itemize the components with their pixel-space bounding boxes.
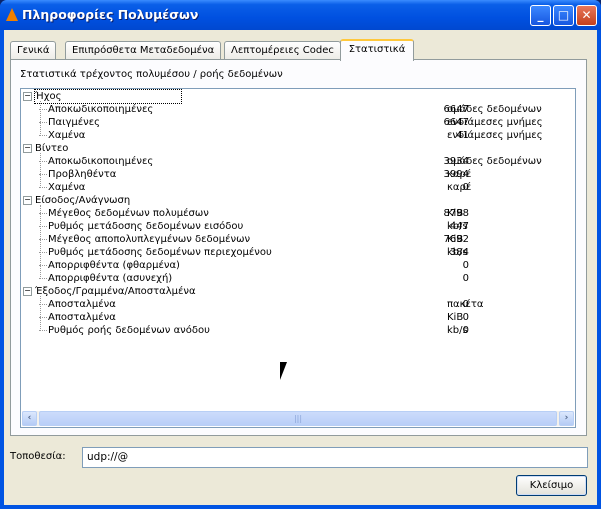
tree-group[interactable]: − Βίντεο xyxy=(21,142,575,155)
tree-item[interactable]: Αποσταλμένα 0 πακέτα xyxy=(21,298,575,311)
stat-value: 0 xyxy=(462,312,469,323)
stat-unit: KiB xyxy=(447,234,464,245)
tree-item[interactable]: Μέγεθος αποπολυπλεγμένων δεδομένων 7692 Ki… xyxy=(21,233,575,246)
tree-connector xyxy=(40,296,41,331)
group-label: Έξοδος/Γραμμένα/Αποσταλμένα xyxy=(35,286,196,297)
group-label: Είσοδος/Ανάγνωση xyxy=(35,195,131,206)
tab-statistics[interactable]: Στατιστικά xyxy=(340,39,414,61)
tree-item[interactable]: Αποσταλμένα 0 KiB xyxy=(21,311,575,324)
stat-label: Χαμένα xyxy=(48,130,86,141)
minimize-button[interactable]: _ xyxy=(530,5,551,26)
stat-unit: καρέ xyxy=(447,182,472,193)
stat-unit: ενδιάμεσες μνήμες xyxy=(447,117,543,128)
stat-label: Χαμένα xyxy=(48,182,86,193)
tree-item[interactable]: Απορριφθέντα (φθαρμένα) 0 xyxy=(21,259,575,272)
tree-item[interactable]: Ρυθμός μετάδοσης δεδομένων περιεχομένου 3… xyxy=(21,246,575,259)
statistics-tree[interactable]: ‹ ||| › − Ήχος Αποκωδικοποιημένες 6647 ομάδε… xyxy=(20,88,576,428)
location-input[interactable]: udp://@ xyxy=(82,447,588,468)
tab-codec-details[interactable]: Λεπτομέρειες Codec xyxy=(224,41,341,60)
stat-label: Ρυθμός μετάδοσης δεδομένων περιεχομένου xyxy=(48,247,272,258)
tree-connector xyxy=(40,101,41,136)
stat-label: Απορριφθέντα (φθαρμένα) xyxy=(48,260,180,271)
stat-label: Ρυθμός μετάδοσης δεδομένων εισόδου xyxy=(48,221,244,232)
stat-label: Αποκωδικοποιημένες xyxy=(48,156,154,167)
dialog-body: Γενικά Επιπρόσθετα Μεταδεδομένα Λεπτομέρ… xyxy=(4,30,597,505)
scroll-left-button[interactable]: ‹ xyxy=(22,411,37,426)
stat-unit: KiB xyxy=(447,208,464,219)
collapse-icon[interactable]: − xyxy=(23,92,32,101)
tab-extra-metadata[interactable]: Επιπρόσθετα Μεταδεδομένα xyxy=(65,41,222,60)
tree-group[interactable]: − Έξοδος/Γραμμένα/Αποσταλμένα xyxy=(21,285,575,298)
stat-label: Ρυθμός ροής δεδομένων ανόδου xyxy=(48,325,210,336)
title-bar[interactable]: Πληροφορίες Πολυμέσων _ □ ✕ xyxy=(0,0,601,30)
stat-unit: KiB xyxy=(447,312,464,323)
statistics-panel: Στατιστικά τρέχοντος πολυμέσου / ροής δε… xyxy=(10,59,587,436)
tree-group[interactable]: − Είσοδος/Ανάγνωση xyxy=(21,194,575,207)
scroll-thumb[interactable]: ||| xyxy=(39,411,557,426)
panel-title: Στατιστικά τρέχοντος πολυμέσου / ροής δε… xyxy=(20,69,283,80)
tab-general[interactable]: Γενικά xyxy=(10,41,57,60)
close-button[interactable]: Κλείσιμο xyxy=(516,475,587,496)
tree-item[interactable]: Ρυθμός μετάδοσης δεδομένων εισόδου 447 kb/… xyxy=(21,220,575,233)
stat-label: Αποσταλμένα xyxy=(48,299,116,310)
group-label: Ήχος xyxy=(33,89,183,104)
stat-label: Αποκωδικοποιημένες xyxy=(48,104,154,115)
stat-unit: πακέτα xyxy=(447,299,484,310)
tree-item[interactable]: Ρυθμός ροής δεδομένων ανόδου 0 kb/s xyxy=(21,324,575,337)
stat-value: 0 xyxy=(462,260,469,271)
stat-unit: ομάδες δεδομένων xyxy=(447,156,542,167)
collapse-icon[interactable]: − xyxy=(23,287,32,296)
collapse-icon[interactable]: − xyxy=(23,196,32,205)
tree-item[interactable]: Προβληθέντα 3994 καρέ xyxy=(21,168,575,181)
location-label: Τοποθεσία: xyxy=(10,451,66,462)
stat-label: Μέγεθος αποπολυπλεγμένων δεδομένων xyxy=(48,234,251,245)
window-title: Πληροφορίες Πολυμέσων xyxy=(22,7,199,22)
media-info-window: Πληροφορίες Πολυμέσων _ □ ✕ Γενικά Επιπρ… xyxy=(0,0,601,509)
stat-unit: kb/s xyxy=(447,247,468,258)
stat-unit: kb/s xyxy=(447,325,468,336)
collapse-icon[interactable]: − xyxy=(23,144,32,153)
stat-unit: ενδιάμεσες μνήμες xyxy=(447,130,543,141)
tree-item[interactable]: Μέγεθος δεδομένων πολυμέσων 8798 KiB xyxy=(21,207,575,220)
tree-item[interactable]: Χαμένα 41 ενδιάμεσες μνήμες xyxy=(21,129,575,142)
stat-label: Μέγεθος δεδομένων πολυμέσων xyxy=(48,208,209,219)
tree-item[interactable]: Αποκωδικοποιημένες 3934 ομάδες δεδομένων xyxy=(21,155,575,168)
scroll-right-button[interactable]: › xyxy=(559,411,574,426)
horizontal-scrollbar[interactable]: ‹ ||| › xyxy=(22,411,574,426)
stat-label: Αποσταλμένα xyxy=(48,312,116,323)
tree-connector xyxy=(40,205,41,279)
stat-unit: καρέ xyxy=(447,169,472,180)
vlc-cone-icon xyxy=(6,8,18,21)
maximize-button[interactable]: □ xyxy=(553,5,574,26)
stat-label: Προβληθέντα xyxy=(48,169,117,180)
tree-item[interactable]: Παιγμένες 6647 ενδιάμεσες μνήμες xyxy=(21,116,575,129)
tree-item[interactable]: Απορριφθέντα (ασυνεχή) 0 xyxy=(21,272,575,285)
stat-unit: ομάδες δεδομένων xyxy=(447,104,542,115)
tree-group[interactable]: − Ήχος xyxy=(21,89,575,104)
stat-unit: kb/s xyxy=(447,221,468,232)
close-window-button[interactable]: ✕ xyxy=(576,5,597,26)
stat-value: 0 xyxy=(462,273,469,284)
tree-connector xyxy=(40,153,41,188)
stat-label: Απορριφθέντα (ασυνεχή) xyxy=(48,273,173,284)
stat-label: Παιγμένες xyxy=(48,117,101,128)
tree-item[interactable]: Αποκωδικοποιημένες 6647 ομάδες δεδομένων xyxy=(21,103,575,116)
tree-item[interactable]: Χαμένα 0 καρέ xyxy=(21,181,575,194)
mouse-cursor-icon xyxy=(280,362,287,380)
